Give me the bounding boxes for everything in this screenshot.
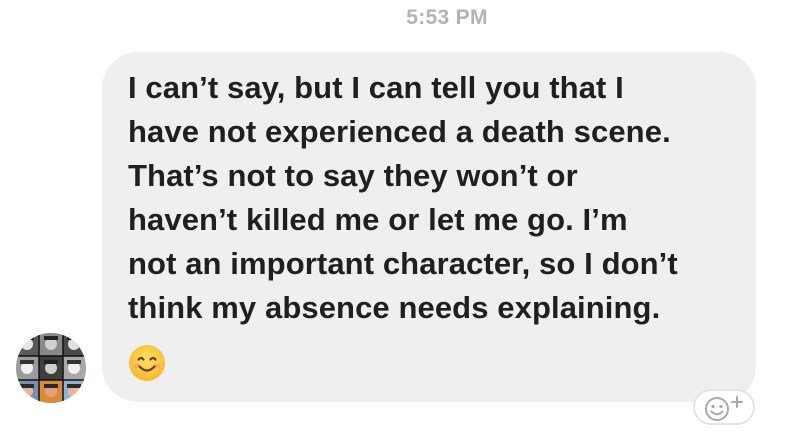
message-timestamp: 5:53 PM (406, 6, 488, 29)
add-reaction-icon (705, 396, 743, 421)
add-reaction-button[interactable] (693, 389, 755, 425)
sender-avatar[interactable] (16, 333, 86, 403)
avatar-photo-grid-icon (16, 333, 86, 403)
message-text: I can’t say, but I can tell you that I h… (128, 70, 678, 325)
smiling-face-icon (129, 345, 165, 381)
message-bubble[interactable]: I can’t say, but I can tell you that I h… (102, 52, 756, 402)
